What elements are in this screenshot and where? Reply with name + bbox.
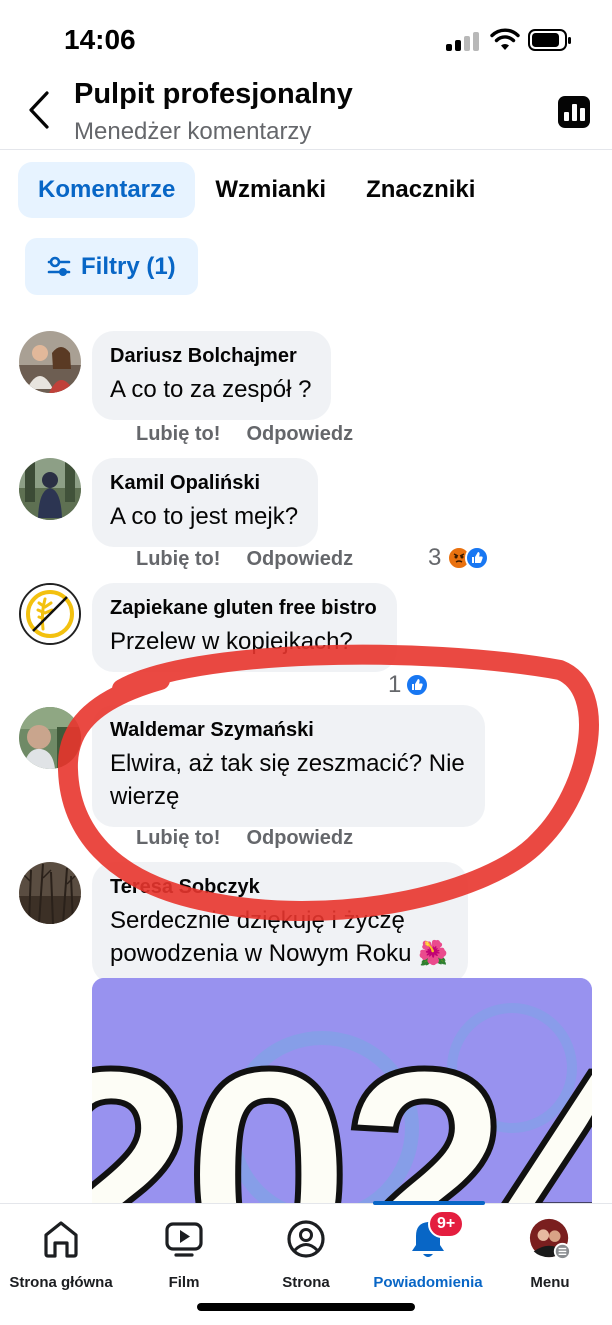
bell-icon: 9+ [406,1210,465,1262]
reply-button[interactable]: Odpowiedz [246,423,353,446]
comment-text: A co to za zespół ? [110,376,312,403]
avatar[interactable] [19,458,81,520]
profile-icon [284,1216,328,1262]
nav-label: Strona [282,1274,330,1291]
filter-label: Filtry (1) [81,252,176,280]
nav-label: Menu [530,1274,570,1291]
nav-label: Film [168,1274,200,1291]
comment-text: Przelew w kopiejkach? [110,628,353,655]
home-indicator [197,1303,415,1311]
tab-comments[interactable]: Komentarze [18,162,196,218]
nav-menu[interactable]: Menu [490,1216,610,1292]
status-time: 14:06 [64,24,136,55]
menu-avatar-icon [528,1216,572,1262]
home-icon [39,1216,83,1262]
back-button[interactable] [22,90,56,130]
reaction-summary[interactable]: 1 [388,671,430,699]
active-tab-indicator [373,1201,485,1205]
reaction-summary[interactable]: 3 [428,544,490,572]
notification-badge: 9+ [428,1210,465,1238]
like-button[interactable]: Lubię to! [136,423,220,446]
tab-mentions[interactable]: Wzmianki [195,162,346,218]
wifi-icon [490,28,520,50]
hibiscus-emoji-icon: 🌺 [418,940,449,967]
reaction-count: 3 [428,544,442,571]
comment-actions: Lubię to! Odpowiedz [136,827,353,850]
filter-button[interactable]: Filtry (1) [25,238,198,295]
filter-sliders-icon [47,256,71,276]
nav-page[interactable]: Strona [246,1216,366,1292]
comment-author[interactable]: Dariusz Bolchajmer [110,343,311,369]
insights-chart-icon[interactable] [558,96,590,128]
avatar[interactable] [19,331,81,393]
comment-text-line: Serdecznie dziękuję i życzę [110,907,405,934]
cellular-signal-icon [446,31,480,51]
reaction-count: 1 [388,671,402,698]
reply-button[interactable]: Odpowiedz [246,548,353,571]
comment-bubble: Zapiekane gluten free bistro Przelew w k… [92,583,397,672]
chevron-left-icon [29,91,49,129]
comment-text: A co to jest mejk? [110,503,299,530]
video-icon [162,1216,206,1262]
nav-label: Powiadomienia [373,1274,483,1291]
nav-home[interactable]: Strona główna [1,1216,121,1292]
comment-actions: Lubię to! Odpowiedz [136,548,353,571]
comment-author[interactable]: Zapiekane gluten free bistro [110,595,377,621]
comment-author[interactable]: Kamil Opaliński [110,470,298,496]
like-button[interactable]: Lubię to! [136,548,220,571]
comment-bubble: Kamil Opaliński A co to jest mejk? [92,458,319,547]
nav-video[interactable]: Film [124,1216,244,1292]
tab-tags[interactable]: Znaczniki [346,162,495,218]
comment-author[interactable]: Waldemar Szymański [110,717,465,743]
comment-bubble: Waldemar Szymański Elwira, aż tak się ze… [92,705,485,827]
avatar[interactable] [19,583,81,645]
comment-bubble: Dariusz Bolchajmer A co to za zespół ? [92,331,332,420]
comment-bubble: Teresa Sobczyk Serdecznie dziękuję i życ… [92,862,469,984]
like-button[interactable]: Lubię to! [136,827,220,850]
page-header: Pulpit profesjonalny Menedżer komentarzy [0,76,612,150]
like-reaction-icon [465,546,490,570]
comment-text-line-with-emoji: powodzenia w Nowym Roku 🌺 [110,937,448,970]
page-subtitle: Menedżer komentarzy [74,118,312,145]
battery-icon [528,29,571,51]
nav-notifications[interactable]: 9+ Powiadomienia [368,1210,488,1292]
page-title: Pulpit profesjonalny [74,78,353,110]
year-text: 2024 [92,1006,592,1206]
reply-button[interactable]: Odpowiedz [246,827,353,850]
avatar[interactable] [19,862,81,924]
status-bar: 14:06 [0,0,612,80]
comment-text-line: Elwira, aż tak się zeszmacić? Nie [110,750,465,777]
comment-actions: Lubię to! Odpowiedz [136,423,353,446]
nav-label: Strona główna [9,1274,113,1291]
like-reaction-icon [405,673,430,697]
comment-text-line: powodzenia w Nowym Roku [110,940,412,967]
avatar[interactable] [19,707,81,769]
comment-author[interactable]: Teresa Sobczyk [110,874,448,900]
tab-bar: Komentarze Wzmianki Znaczniki [18,162,495,218]
comment-image[interactable]: 2024 [92,978,592,1206]
year-2024-graphic: 2024 [92,978,592,1206]
comment-text-line: wierzę [110,783,180,810]
